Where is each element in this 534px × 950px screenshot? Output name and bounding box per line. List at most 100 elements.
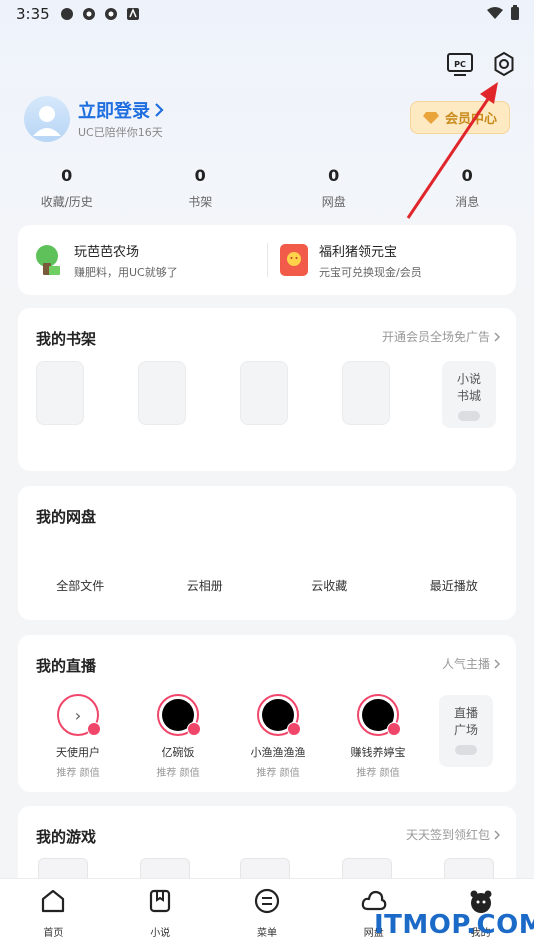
farm-tree-icon [36, 245, 60, 275]
status-bar: 3:35 [0, 0, 534, 28]
novel-store-label: 小说 书城 [442, 361, 496, 405]
divider [267, 243, 268, 277]
login-link[interactable]: 立即登录 [78, 97, 164, 123]
watermark: ITMOP.COM [374, 910, 534, 940]
link-label: 天天签到领红包 [405, 828, 490, 842]
anchor-name: 亿碗饭 [161, 746, 195, 759]
disk-all-files[interactable]: 全部文件 [18, 577, 143, 594]
stat-messages[interactable]: 0 消息 [401, 166, 534, 210]
pc-mode-icon[interactable]: PC [446, 52, 474, 78]
book-slot[interactable] [36, 361, 84, 425]
stat-cloud-disk[interactable]: 0 网盘 [267, 166, 401, 210]
disk-recent-play[interactable]: 最近播放 [392, 577, 517, 594]
chevron-right-icon [494, 829, 500, 840]
stat-bookshelf[interactable]: 0 书架 [134, 166, 268, 210]
notification-icon [83, 8, 95, 20]
notification-icon [127, 8, 139, 20]
novel-store-tile[interactable]: 小说 书城 [442, 361, 496, 428]
stat-favorites-history[interactable]: 0 收藏/历史 [0, 166, 134, 210]
live-anchor[interactable]: › 天使用户 推荐 颜值 [33, 694, 123, 779]
nav-label: 首页 [43, 928, 64, 939]
anchor-tag: 推荐 颜值 [156, 768, 200, 779]
stats-row: 0 收藏/历史 0 书架 0 网盘 0 消息 [0, 166, 534, 210]
svg-text:PC: PC [454, 60, 466, 69]
promo-farm[interactable]: 玩芭芭农场 赚肥料，用UC就够了 [18, 241, 267, 280]
live-anchor[interactable]: 赚钱养婷宝 推荐 颜值 [333, 694, 423, 779]
login-subtitle: UC已陪伴你16天 [78, 126, 163, 139]
live-anchor[interactable]: 亿碗饭 推荐 颜值 [133, 694, 223, 779]
status-time: 3:35 [16, 5, 50, 23]
book-icon [150, 889, 171, 913]
anchor-tag: 推荐 颜值 [356, 768, 400, 779]
nav-menu[interactable]: 菜单 [214, 879, 321, 950]
live-badge-icon [187, 722, 201, 736]
disk-shortcuts: 全部文件 云相册 云收藏 最近播放 [18, 577, 516, 594]
notification-icon [61, 8, 73, 20]
login-label: 立即登录 [78, 101, 150, 122]
live-plaza-tile[interactable]: 直播 广场 [439, 695, 493, 767]
home-icon [42, 889, 65, 913]
link-label: 人气主播 [441, 657, 490, 671]
stat-label: 网盘 [321, 195, 346, 209]
cloud-disk-card: 我的网盘 全部文件 云相册 云收藏 最近播放 [18, 486, 516, 620]
book-slot[interactable] [240, 361, 288, 425]
promo-card: 玩芭芭农场 赚肥料，用UC就够了 福利猪领元宝 元宝可兑换现金/会员 [18, 225, 516, 295]
vip-center-label: 会员中心 [444, 112, 497, 127]
live-card: 我的直播 人气主播 › 天使用户 推荐 颜值 亿碗饭 推荐 颜值 小渔渔渔渔 推… [18, 635, 516, 792]
tile-arrow-pill [458, 411, 480, 421]
nav-home[interactable]: 首页 [0, 879, 107, 950]
popular-anchors-link[interactable]: 人气主播 [442, 655, 500, 672]
promo-pig[interactable]: 福利猪领元宝 元宝可兑换现金/会员 [267, 241, 516, 280]
tile-line: 小说 [456, 372, 481, 386]
chevron-right-icon [494, 331, 500, 342]
anchor-tag: 推荐 颜值 [56, 768, 100, 779]
diamond-icon [422, 111, 439, 124]
disk-cloud-album[interactable]: 云相册 [143, 577, 268, 594]
red-envelope-icon [280, 244, 308, 276]
anchor-name: 赚钱养婷宝 [350, 746, 406, 759]
live-badge-icon [387, 722, 401, 736]
section-title: 我的直播 [36, 657, 97, 675]
notification-icon [105, 8, 117, 20]
tile-line: 直播 [453, 706, 478, 720]
bookshelf-card: 我的书架 开通会员全场免广告 小说 书城 [18, 308, 516, 471]
vip-ad-free-link[interactable]: 开通会员全场免广告 [382, 328, 500, 345]
book-slot[interactable] [342, 361, 390, 425]
promo-title: 福利猪领元宝 [319, 244, 398, 260]
nav-label: 小说 [150, 928, 171, 939]
stat-label: 消息 [455, 195, 480, 209]
live-anchor[interactable]: 小渔渔渔渔 推荐 颜值 [233, 694, 323, 779]
section-title: 我的书架 [36, 330, 97, 348]
promo-subtitle: 元宝可兑换现金/会员 [319, 265, 422, 279]
anchor-name: 小渔渔渔渔 [250, 746, 306, 759]
stat-value: 0 [328, 166, 340, 185]
promo-title: 玩芭芭农场 [74, 244, 140, 260]
link-label: 开通会员全场免广告 [381, 330, 490, 344]
book-slot[interactable] [138, 361, 186, 425]
chevron-right-icon [494, 658, 500, 669]
settings-gear-icon[interactable] [490, 50, 518, 78]
live-plaza-label: 直播 广场 [439, 695, 493, 739]
anchor-avatar-ring [357, 694, 401, 736]
tile-arrow-pill [455, 745, 477, 755]
battery-icon [511, 5, 519, 20]
live-badge-icon [287, 722, 301, 736]
daily-checkin-link[interactable]: 天天签到领红包 [406, 826, 500, 843]
anchor-avatar-ring: › [57, 694, 101, 736]
avatar[interactable] [24, 96, 70, 142]
anchor-avatar-ring [257, 694, 301, 736]
section-title: 我的游戏 [36, 828, 97, 846]
stat-label: 书架 [188, 195, 213, 209]
stat-value: 0 [461, 166, 473, 185]
tile-line: 书城 [456, 389, 481, 403]
disk-cloud-favorites[interactable]: 云收藏 [267, 577, 392, 594]
stat-value: 0 [61, 166, 73, 185]
vip-center-button[interactable]: 会员中心 [410, 101, 510, 134]
default-avatar-icon [33, 106, 61, 136]
anchor-tag: 推荐 颜值 [256, 768, 300, 779]
section-title: 我的网盘 [36, 508, 97, 526]
tile-line: 广场 [453, 723, 478, 737]
wifi-icon [487, 7, 503, 19]
stat-label: 收藏/历史 [40, 195, 93, 209]
nav-novel[interactable]: 小说 [107, 879, 214, 950]
